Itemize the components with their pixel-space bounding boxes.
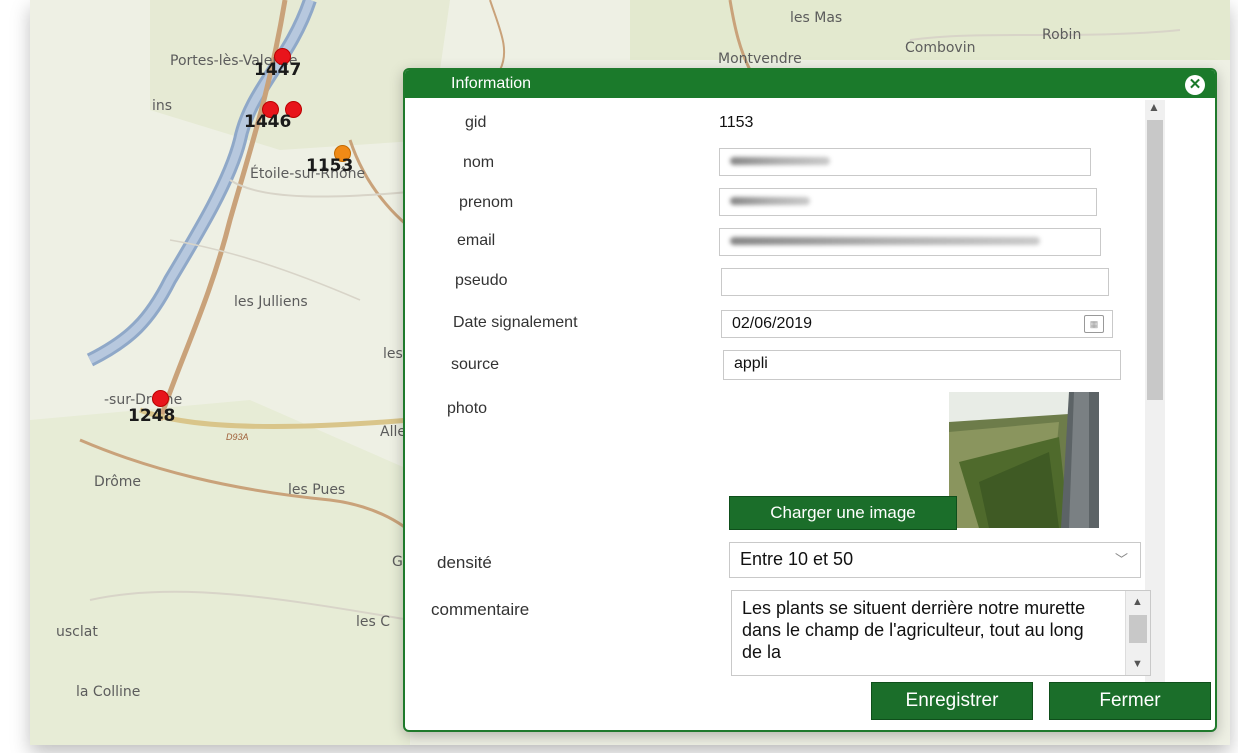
place-label: Combovin	[905, 40, 976, 56]
close-button[interactable]: Fermer	[1049, 682, 1211, 720]
upload-image-button[interactable]: Charger une image	[729, 496, 957, 530]
place-label: la Colline	[76, 684, 141, 700]
scroll-up-icon[interactable]: ▲	[1132, 591, 1143, 613]
photo-image	[949, 392, 1099, 528]
place-label: Robin	[1042, 27, 1082, 43]
densite-label: densité	[437, 553, 492, 572]
prenom-field[interactable]	[719, 188, 1097, 216]
source-value: appli	[734, 355, 768, 372]
date-value: 02/06/2019	[732, 315, 813, 332]
place-label: les Julliens	[234, 294, 308, 310]
textarea-scrollbar-thumb[interactable]	[1129, 615, 1147, 643]
email-field[interactable]	[719, 228, 1101, 256]
close-icon[interactable]: ✕	[1185, 75, 1205, 95]
commentaire-label: commentaire	[431, 600, 530, 619]
pseudo-label: pseudo	[455, 272, 508, 289]
save-button[interactable]: Enregistrer	[871, 682, 1033, 720]
place-label: les C	[356, 614, 391, 630]
calendar-icon[interactable]: ▦	[1084, 315, 1104, 333]
marker-label: 1446	[244, 112, 292, 132]
email-label: email	[457, 232, 496, 249]
redacted-text	[730, 197, 810, 205]
place-label: les Pues	[288, 482, 346, 498]
photo-label: photo	[447, 400, 488, 417]
road-label: D93A	[226, 432, 249, 442]
information-dialog: Information ✕ ▲ ▼ gid 1153 nom prenom em…	[403, 68, 1217, 732]
source-field[interactable]: appli	[723, 350, 1121, 380]
photo-thumbnail[interactable]	[949, 392, 1099, 528]
source-label: source	[451, 356, 500, 373]
marker-dot[interactable]	[152, 390, 169, 407]
pseudo-field[interactable]	[721, 268, 1109, 296]
gid-label: gid	[465, 114, 487, 131]
marker-label: 1447	[254, 60, 302, 80]
redacted-text	[730, 157, 830, 165]
densite-value: Entre 10 et 50	[740, 549, 854, 569]
gid-value: 1153	[719, 114, 754, 131]
densite-select[interactable]: Entre 10 et 50 ﹀	[729, 542, 1141, 578]
chevron-down-icon: ﹀	[1114, 552, 1128, 567]
place-label: les Mas	[790, 10, 843, 26]
date-label: Date signalement	[453, 314, 578, 331]
marker-label: 1153	[306, 156, 354, 176]
commentaire-text: Les plants se situent derrière notre mur…	[742, 598, 1086, 662]
scroll-up-icon[interactable]: ▲	[1148, 100, 1160, 114]
dialog-header: Information	[405, 70, 1215, 98]
scrollbar-thumb[interactable]	[1147, 120, 1163, 400]
textarea-scrollbar[interactable]: ▲ ▼	[1125, 591, 1150, 675]
place-label: ins	[152, 98, 173, 114]
nom-field[interactable]	[719, 148, 1091, 176]
marker-label: 1248	[128, 406, 176, 426]
scroll-down-icon[interactable]: ▼	[1132, 653, 1143, 675]
redacted-text	[730, 237, 1040, 245]
place-label: Montvendre	[718, 51, 802, 67]
nom-label: nom	[463, 154, 495, 171]
place-label: usclat	[56, 624, 98, 640]
dialog-title: Information	[451, 75, 532, 92]
place-label: Drôme	[94, 474, 142, 490]
commentaire-textarea[interactable]: Les plants se situent derrière notre mur…	[731, 590, 1151, 676]
prenom-label: prenom	[459, 194, 514, 211]
date-field[interactable]: 02/06/2019 ▦	[721, 310, 1113, 338]
